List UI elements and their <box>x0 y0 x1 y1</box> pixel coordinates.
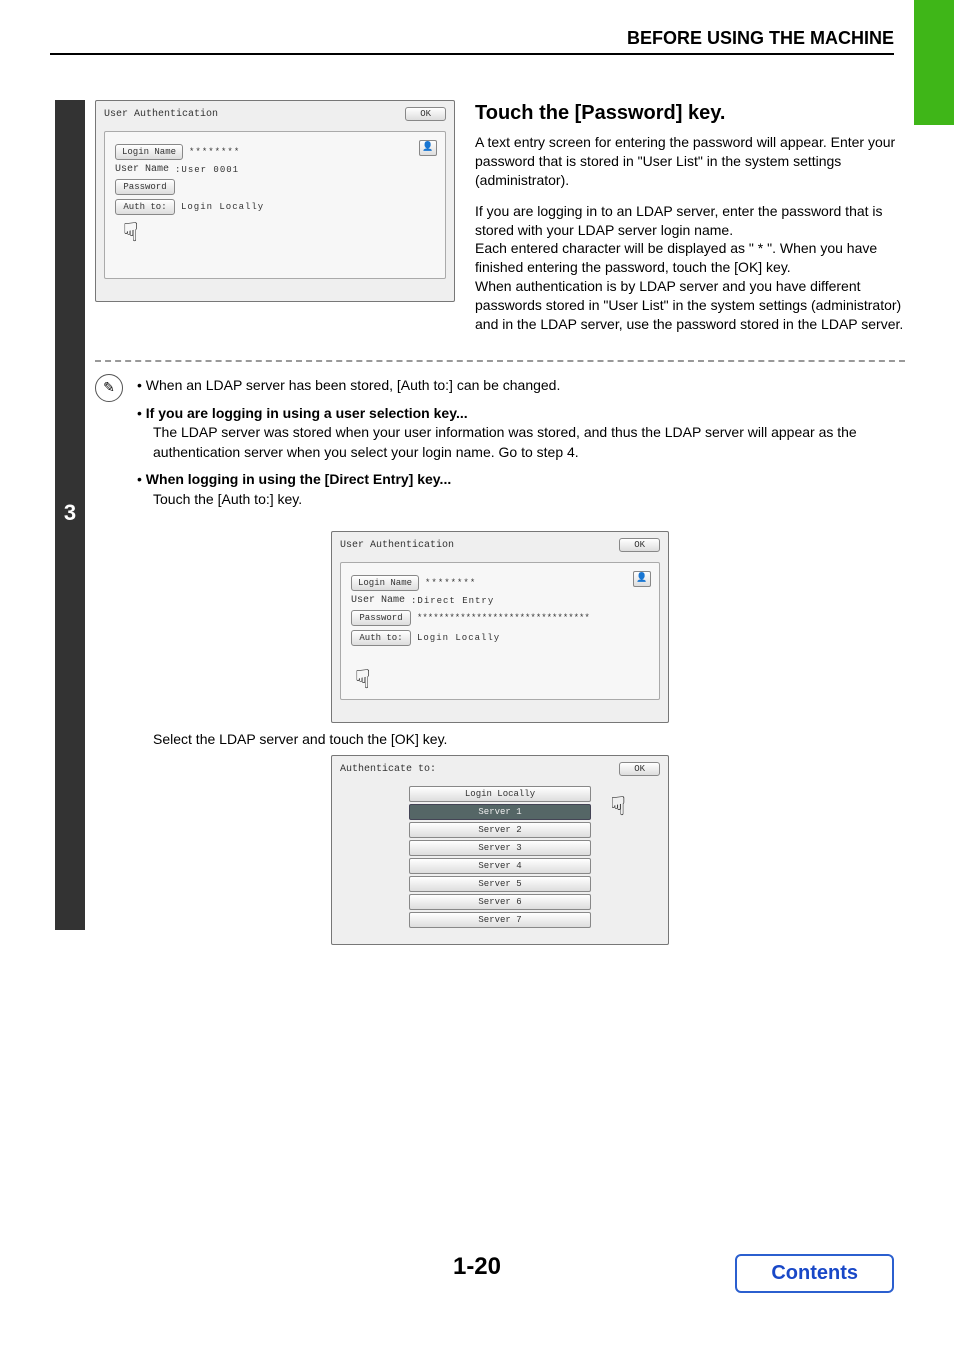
step-number: 3 <box>55 500 85 526</box>
user-icon[interactable]: 👤 <box>419 140 437 156</box>
user-icon[interactable]: 👤 <box>633 571 651 587</box>
login-name-button[interactable]: Login Name <box>351 575 419 591</box>
bullet2-title: When logging in using the [Direct Entry]… <box>146 471 451 487</box>
server-row[interactable]: Server 3 <box>409 840 591 856</box>
dialog3-title: Authenticate to: <box>340 764 436 775</box>
note-text: • When an LDAP server has been stored, [… <box>137 376 905 396</box>
side-green-tab <box>914 0 954 125</box>
auth-to-value: Login Locally <box>417 633 500 643</box>
step-sidebar: 3 <box>55 100 85 930</box>
bullet1-title: If you are logging in using a user selec… <box>146 405 468 421</box>
dialog2-title: User Authentication <box>340 540 454 551</box>
hand-cursor-icon: ☟ <box>610 792 626 823</box>
login-name-button[interactable]: Login Name <box>115 144 183 160</box>
user-auth-dialog-2: User Authentication OK 👤 Login Name ****… <box>331 531 669 723</box>
hand-cursor-icon: ☟ <box>355 665 371 696</box>
auth-to-button[interactable]: Auth to: <box>351 630 411 646</box>
server-row[interactable]: Server 2 <box>409 822 591 838</box>
dialog3-ok-button[interactable]: OK <box>619 762 660 776</box>
page-header: BEFORE USING THE MACHINE <box>50 28 894 55</box>
bullet2-body: Touch the [Auth to:] key. <box>153 490 905 510</box>
contents-button[interactable]: Contents <box>735 1254 894 1293</box>
dialog1-ok-button[interactable]: OK <box>405 107 446 121</box>
server-row[interactable]: Server 1 <box>409 804 591 820</box>
user-auth-dialog-1: User Authentication OK 👤 Login Name ****… <box>95 100 455 302</box>
auth-to-value: Login Locally <box>181 202 264 212</box>
server-row[interactable]: Server 6 <box>409 894 591 910</box>
password-button[interactable]: Password <box>115 179 175 195</box>
step-heading: Touch the [Password] key. <box>475 100 905 127</box>
server-row[interactable]: Server 4 <box>409 858 591 874</box>
para-1: A text entry screen for entering the pas… <box>475 133 905 190</box>
server-row[interactable]: Login Locally <box>409 786 591 802</box>
select-ldap-text: Select the LDAP server and touch the [OK… <box>153 731 905 747</box>
password-button[interactable]: Password <box>351 610 411 626</box>
server-list: ☟ Login Locally Server 1 Server 2 Server 3 S… <box>340 786 660 928</box>
dialog1-title: User Authentication <box>104 109 218 120</box>
auth-to-button[interactable]: Auth to: <box>115 199 175 215</box>
hand-cursor-icon: ☟ <box>123 218 139 249</box>
user-name-value: :User 0001 <box>175 165 239 175</box>
dashed-separator <box>95 360 905 362</box>
dialog2-ok-button[interactable]: OK <box>619 538 660 552</box>
password-value: ******************************** <box>417 613 590 623</box>
para-2: If you are logging in to an LDAP server,… <box>475 202 905 334</box>
login-name-value: ******** <box>189 147 240 157</box>
user-name-value: :Direct Entry <box>411 596 494 606</box>
pencil-icon: ✎ <box>95 374 123 402</box>
server-row[interactable]: Server 7 <box>409 912 591 928</box>
login-name-value: ******** <box>425 578 476 588</box>
user-name-label: User Name <box>351 595 405 606</box>
user-name-label: User Name <box>115 164 169 175</box>
server-row[interactable]: Server 5 <box>409 876 591 892</box>
authenticate-to-dialog: Authenticate to: OK ☟ Login Locally Serve… <box>331 755 669 945</box>
bullet1-body: The LDAP server was stored when your use… <box>153 423 905 462</box>
